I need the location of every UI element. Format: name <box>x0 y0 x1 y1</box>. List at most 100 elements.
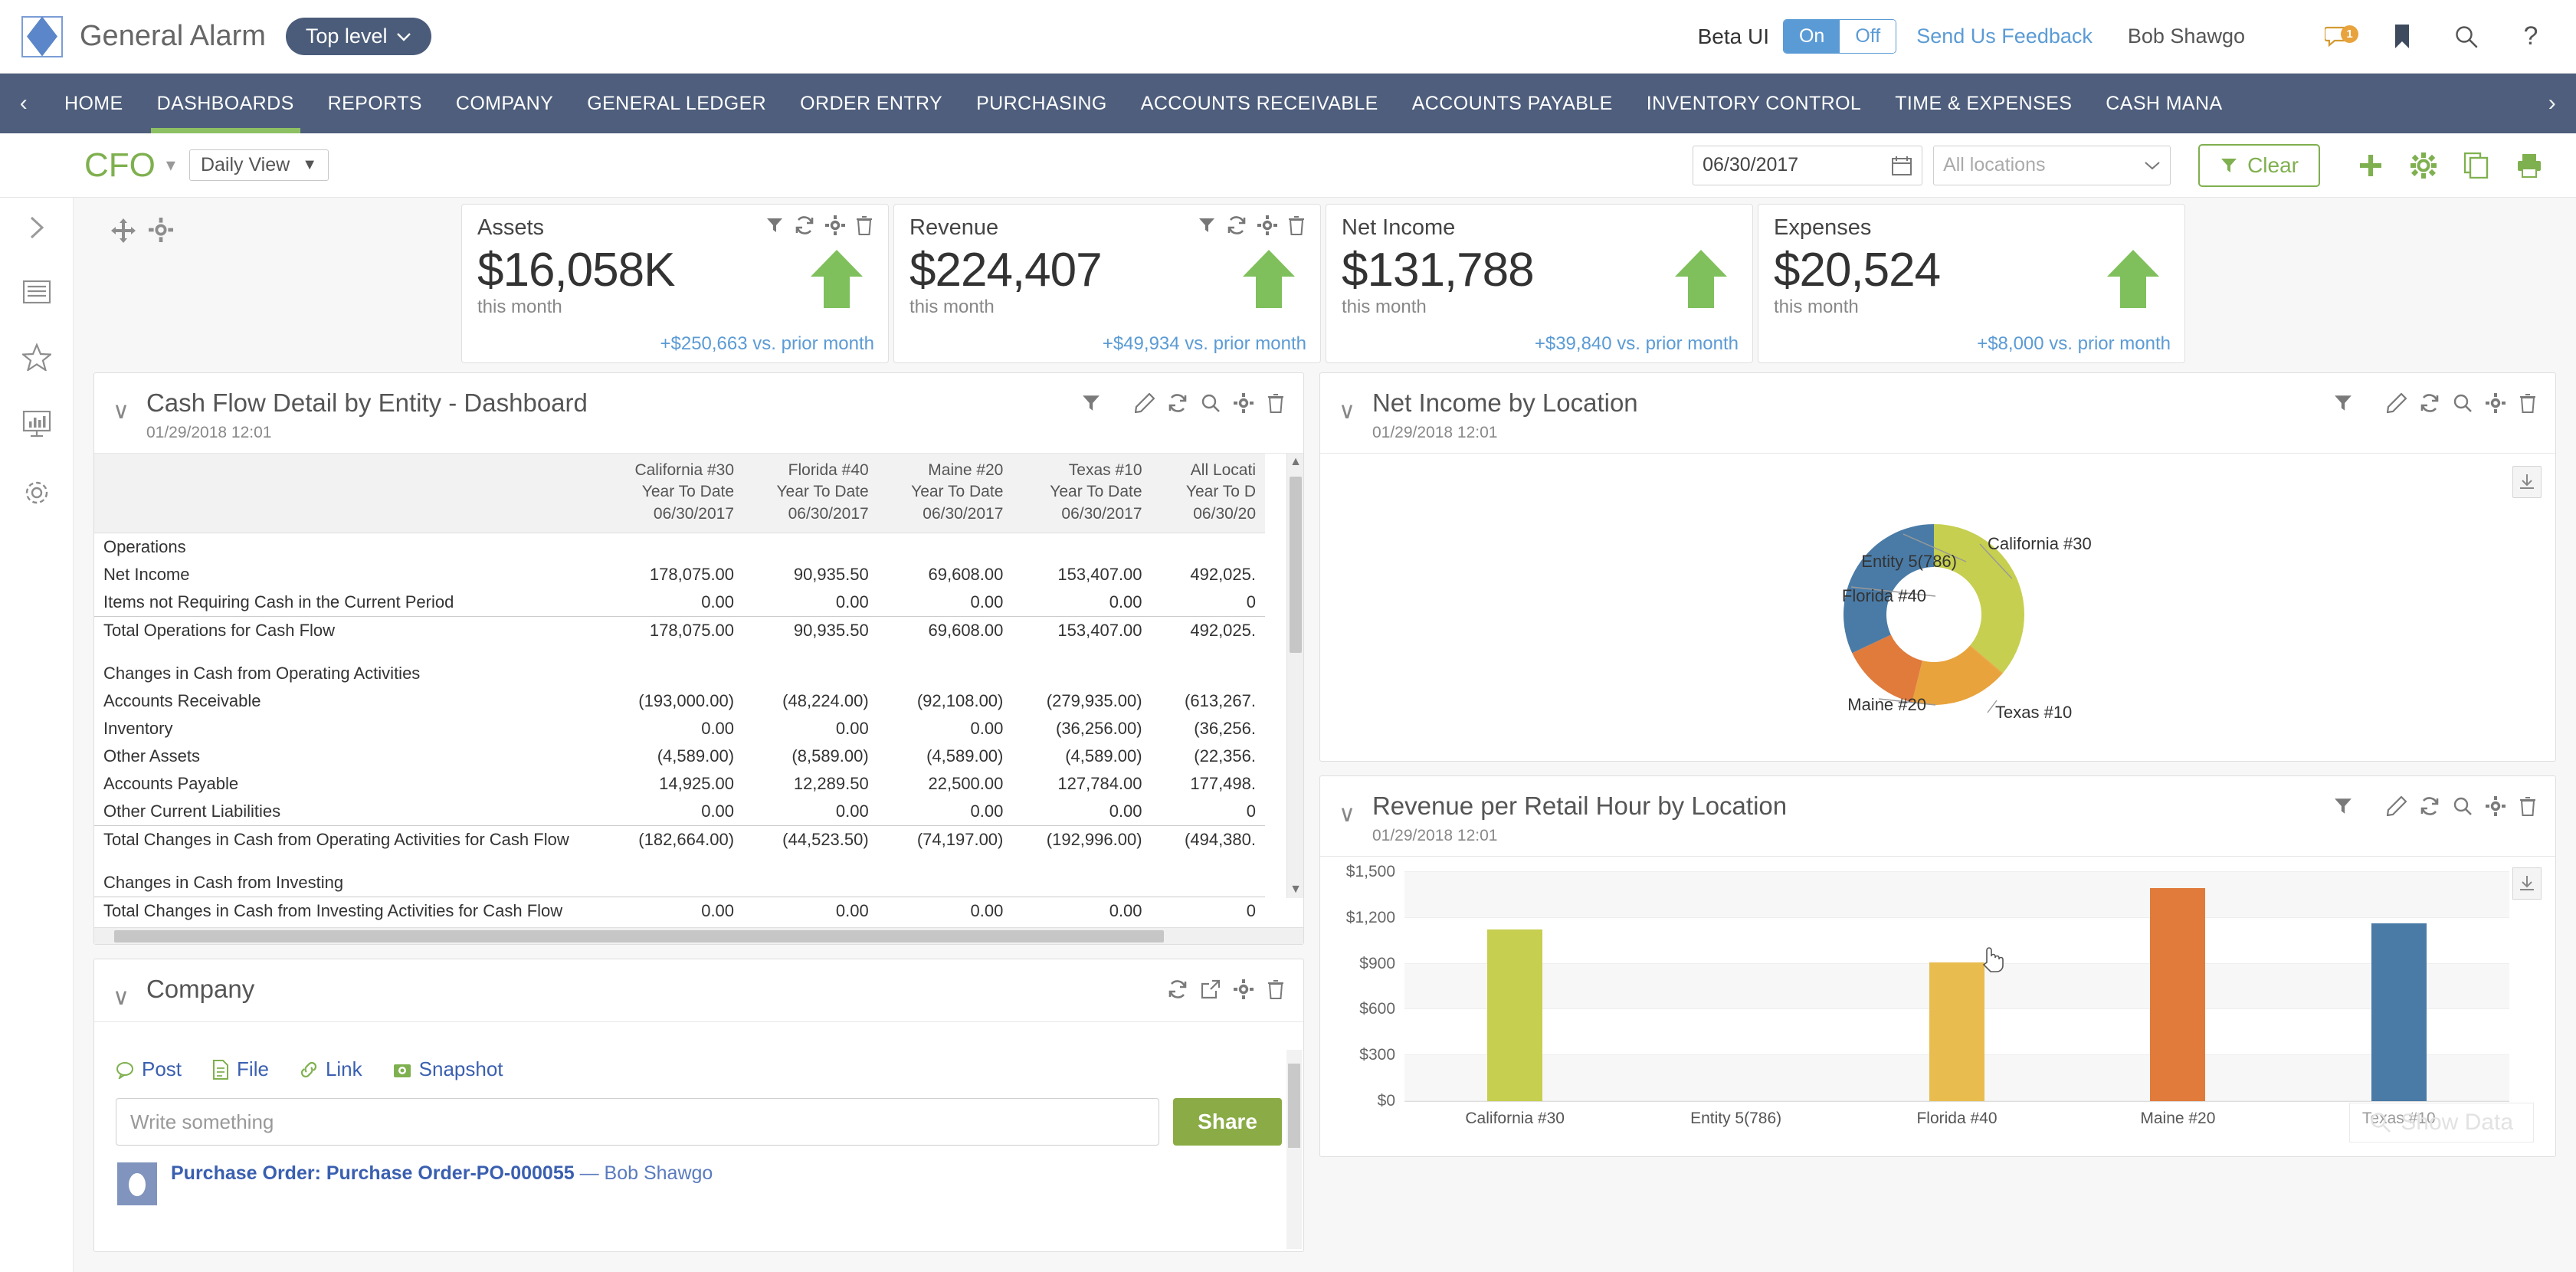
net-income-donut-chart[interactable]: California #30 Entity 5(786) Florida #40 Ma… <box>1320 454 2555 762</box>
filter-icon[interactable] <box>2333 796 2353 821</box>
refresh-icon[interactable] <box>1227 215 1247 241</box>
filter-icon[interactable] <box>2333 393 2353 418</box>
help-icon[interactable]: ? <box>2513 19 2548 54</box>
nav-item-accounts-receivable[interactable]: ACCOUNTS RECEIVABLE <box>1124 74 1395 133</box>
date-input[interactable]: 06/30/2017 <box>1693 145 1923 185</box>
table-row[interactable]: Other Current Liabilities 0.00 0.00 0.00 0.0… <box>94 798 1265 826</box>
bar[interactable] <box>2371 923 2427 1101</box>
scroll-thumb[interactable] <box>114 930 1164 943</box>
feed-record-link[interactable]: Purchase Order: Purchase Order-PO-000055 <box>171 1162 575 1184</box>
cashflow-table-scroll[interactable]: California #30 Year To Date 06/30/2017 F… <box>94 454 1303 927</box>
kpi-card-net-income[interactable]: Net Income $131,788 this month +$39,840 … <box>1326 204 1753 363</box>
copy-icon[interactable] <box>2464 152 2489 179</box>
nav-item-home[interactable]: HOME <box>48 74 140 133</box>
filter-icon[interactable] <box>1198 216 1216 240</box>
bar[interactable] <box>2150 887 2206 1101</box>
table-horizontal-scrollbar[interactable] <box>94 927 1303 944</box>
table-row[interactable] <box>94 644 1265 660</box>
nav-item-company[interactable]: COMPANY <box>439 74 570 133</box>
gear-icon[interactable] <box>1234 979 1254 1005</box>
feed-author[interactable]: Bob Shawgo <box>605 1162 713 1184</box>
table-row[interactable]: Total Changes in Cash from Investing Act… <box>94 897 1265 926</box>
table-row[interactable]: Operations <box>94 533 1265 562</box>
refresh-icon[interactable] <box>2420 796 2440 821</box>
company-feed-scrollbar[interactable] <box>1286 1050 1302 1249</box>
nav-scroll-right[interactable]: › <box>2528 74 2576 133</box>
share-button[interactable]: Share <box>1173 1098 1282 1146</box>
chevron-right-icon[interactable] <box>25 215 48 241</box>
trash-icon[interactable] <box>1267 979 1285 1005</box>
nav-scroll-left[interactable]: ‹ <box>0 74 48 133</box>
trash-icon[interactable] <box>2519 393 2537 418</box>
chevron-down-icon[interactable]: ∨ <box>1339 398 1355 425</box>
view-select[interactable]: Daily View ▼ <box>188 149 329 181</box>
row-label[interactable]: Other Assets <box>94 743 600 770</box>
row-label[interactable]: Items not Requiring Cash in the Current … <box>94 588 600 617</box>
bookmark-icon[interactable] <box>2384 19 2420 54</box>
kpi-card-assets[interactable]: Assets $16,058K this month +$250,663 vs.… <box>461 204 889 363</box>
gear-icon[interactable] <box>2486 796 2506 821</box>
location-select[interactable]: All locations <box>1933 145 2171 185</box>
trash-icon[interactable] <box>856 215 873 241</box>
table-row[interactable]: Changes in Cash from Investing <box>94 869 1265 897</box>
chevron-down-icon[interactable]: ∨ <box>113 984 129 1011</box>
row-label[interactable]: Accounts Receivable <box>94 687 600 715</box>
nav-item-accounts-payable[interactable]: ACCOUNTS PAYABLE <box>1395 74 1630 133</box>
row-label[interactable]: Changes in Cash from Operating Activitie… <box>94 660 600 687</box>
chevron-down-icon[interactable]: ∨ <box>113 398 129 425</box>
nav-item-inventory-control[interactable]: INVENTORY CONTROL <box>1630 74 1878 133</box>
table-row[interactable]: Total Changes in Cash from Operating Act… <box>94 825 1265 854</box>
download-icon[interactable] <box>2512 867 2542 900</box>
table-row[interactable] <box>94 854 1265 869</box>
nav-item-purchasing[interactable]: PURCHASING <box>959 74 1124 133</box>
gear-icon[interactable] <box>1234 393 1254 418</box>
pencil-icon[interactable] <box>2386 392 2407 418</box>
tab-post[interactable]: Post <box>116 1057 182 1081</box>
row-label[interactable]: Accounts Payable <box>94 770 600 798</box>
clear-filter-button[interactable]: Clear <box>2198 143 2320 187</box>
beta-ui-toggle[interactable]: On Off <box>1782 19 1897 54</box>
scroll-thumb[interactable] <box>1290 477 1302 653</box>
search-icon[interactable] <box>2453 796 2473 821</box>
table-row[interactable]: Accounts Receivable (193,000.00) (48,224.0… <box>94 687 1265 715</box>
bar[interactable] <box>1929 962 1984 1101</box>
search-icon[interactable] <box>1201 393 1221 418</box>
scroll-up-arrow[interactable]: ▲ <box>1287 455 1303 469</box>
dashboard-monitor-icon[interactable] <box>22 411 51 438</box>
chevron-down-icon[interactable]: ▾ <box>166 154 175 176</box>
move-icon[interactable] <box>110 218 136 249</box>
star-icon[interactable] <box>21 343 51 371</box>
chat-icon[interactable]: 1 <box>2320 19 2358 54</box>
table-row[interactable]: Items not Requiring Cash in the Current … <box>94 588 1265 617</box>
scroll-thumb[interactable] <box>1288 1064 1300 1148</box>
nav-item-dashboards[interactable]: DASHBOARDS <box>140 74 311 133</box>
table-vertical-scrollbar[interactable]: ▲ ▼ <box>1286 454 1303 898</box>
add-icon[interactable] <box>2358 153 2383 178</box>
table-row[interactable]: Total Operations for Cash Flow 178,075.00… <box>94 616 1265 645</box>
feed-title[interactable]: Purchase Order: Purchase Order-PO-000055… <box>171 1162 713 1185</box>
row-label[interactable]: Operations <box>94 533 600 562</box>
tab-link[interactable]: Link <box>300 1057 362 1081</box>
beta-toggle-off[interactable]: Off <box>1840 20 1896 53</box>
row-label[interactable]: Inventory <box>94 715 600 743</box>
refresh-icon[interactable] <box>795 215 814 241</box>
table-row[interactable]: Net Income 178,075.00 90,935.50 69,608.00 15… <box>94 561 1265 588</box>
row-label[interactable]: Net Income <box>94 561 600 588</box>
trash-icon[interactable] <box>1288 215 1305 241</box>
beta-toggle-on[interactable]: On <box>1783 20 1840 53</box>
nav-item-general-ledger[interactable]: GENERAL LEDGER <box>570 74 783 133</box>
refresh-icon[interactable] <box>1168 979 1188 1005</box>
table-row[interactable]: Accounts Payable 14,925.00 12,289.50 22,500… <box>94 770 1265 798</box>
records-icon[interactable] <box>22 280 51 303</box>
trash-icon[interactable] <box>1267 393 1285 418</box>
refresh-icon[interactable] <box>1168 393 1188 418</box>
table-row[interactable]: Inventory 0.00 0.00 0.00 (36,256.00) (36,256. <box>94 715 1265 743</box>
nav-item-time-expenses[interactable]: TIME & EXPENSES <box>1878 74 2089 133</box>
top-level-selector[interactable]: Top level <box>285 18 432 55</box>
filter-icon[interactable] <box>765 216 784 240</box>
kpi-card-revenue[interactable]: Revenue $224,407 this month +$49,934 vs.… <box>893 204 1321 363</box>
search-icon[interactable] <box>2449 19 2484 54</box>
popout-icon[interactable] <box>1201 979 1221 1005</box>
filter-icon[interactable] <box>1081 393 1101 418</box>
tab-file[interactable]: File <box>212 1057 269 1081</box>
